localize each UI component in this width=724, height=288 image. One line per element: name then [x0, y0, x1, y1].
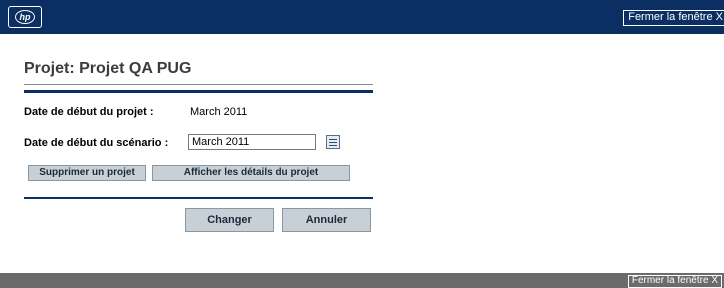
close-window-label: Fermer la fenêtre — [628, 11, 713, 23]
show-project-details-button[interactable]: Afficher les détails du projet — [152, 165, 350, 181]
close-window-button-bottom[interactable]: Fermer la fenêtre X — [627, 275, 722, 288]
title-divider — [24, 84, 373, 85]
close-icon: X — [711, 275, 718, 286]
change-button[interactable]: Changer — [185, 208, 274, 232]
hp-logo-icon: hp — [8, 6, 42, 28]
delete-project-button[interactable]: Supprimer un projet — [28, 165, 146, 181]
project-start-label: Date de début du projet : — [24, 106, 154, 118]
page-title: Projet: Projet QA PUG — [24, 60, 192, 77]
actions-divider — [24, 197, 373, 199]
scenario-start-input[interactable] — [188, 134, 316, 150]
title-accent-rule — [24, 90, 373, 93]
close-icon: X — [715, 11, 723, 23]
bottom-footer-bar: Fermer la fenêtre X — [0, 273, 724, 288]
project-start-value: March 2011 — [190, 106, 248, 118]
hp-logo-mark: hp — [15, 10, 35, 24]
close-window-label: Fermer la fenêtre — [631, 275, 709, 286]
close-window-button-top[interactable]: Fermer la fenêtre X — [623, 10, 724, 26]
cancel-button[interactable]: Annuler — [282, 208, 371, 232]
scenario-start-label: Date de début du scénario : — [24, 137, 169, 149]
top-header-bar: hp Fermer la fenêtre X — [0, 0, 724, 34]
calendar-icon[interactable] — [326, 135, 340, 149]
